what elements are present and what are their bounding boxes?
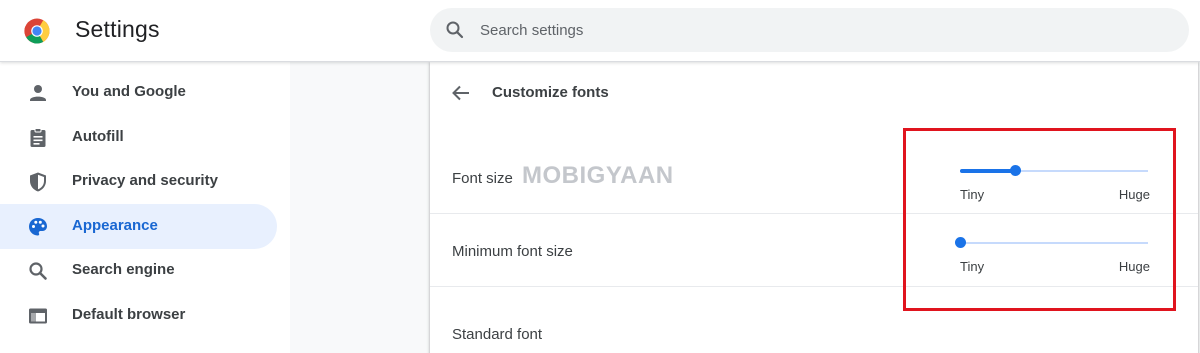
- minimum-font-size-label: Minimum font size: [452, 243, 573, 260]
- font-size-label: Font size: [452, 170, 513, 187]
- annotation-highlight-box: [903, 128, 1176, 311]
- sidebar-item-label: You and Google: [72, 83, 186, 100]
- search-icon: [446, 21, 464, 39]
- browser-window-icon: [29, 308, 47, 324]
- sidebar-item-privacy-and-security[interactable]: Privacy and security: [0, 159, 277, 204]
- sidebar-item-appearance[interactable]: Appearance: [0, 204, 277, 249]
- clipboard-icon: [30, 128, 46, 147]
- watermark: MOBIGYAAN: [522, 162, 674, 189]
- search-bar[interactable]: [430, 8, 1189, 52]
- search-input[interactable]: [480, 20, 1160, 40]
- back-arrow-icon[interactable]: [448, 80, 474, 106]
- palette-icon: [29, 218, 47, 236]
- sidebar-item-autofill[interactable]: Autofill: [0, 115, 277, 160]
- app-title: Settings: [75, 16, 160, 42]
- shield-icon: [30, 172, 46, 192]
- sidebar-item-default-browser[interactable]: Default browser: [0, 293, 277, 338]
- standard-font-label: Standard font: [452, 326, 543, 343]
- sidebar-item-label: Autofill: [72, 128, 124, 145]
- sidebar-item-label: Privacy and security: [72, 172, 218, 189]
- sidebar-item-you-and-google[interactable]: You and Google: [0, 70, 277, 115]
- top-bar: Settings: [0, 0, 1200, 62]
- chrome-logo-icon: [24, 18, 50, 44]
- magnifier-icon: [29, 262, 47, 280]
- sidebar-item-label: Search engine: [72, 261, 175, 278]
- person-icon: [30, 85, 46, 101]
- sidebar: You and Google Autofill Privacy and secu…: [0, 62, 290, 353]
- sidebar-item-label: Appearance: [72, 217, 158, 234]
- page-title: Customize fonts: [492, 84, 609, 101]
- sidebar-item-label: Default browser: [72, 306, 186, 323]
- sidebar-item-search-engine[interactable]: Search engine: [0, 248, 277, 293]
